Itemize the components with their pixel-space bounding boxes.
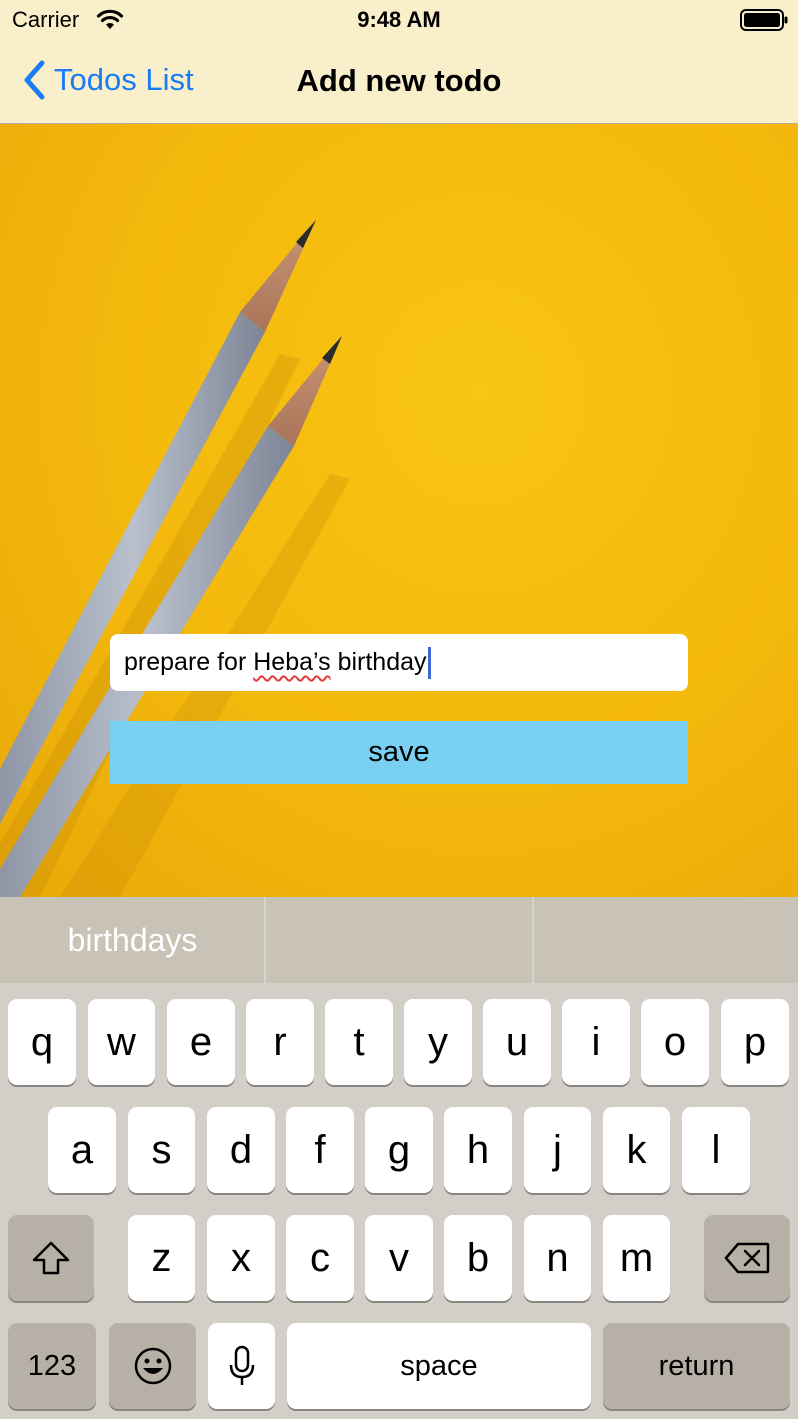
page-title: Add new todo [296,63,502,98]
status-bar: Carrier 9:48 AM [0,0,798,40]
save-button[interactable]: save [110,721,688,784]
return-key[interactable]: return [603,1323,790,1409]
key-o[interactable]: o [641,999,709,1085]
todo-text-part: birthday [330,648,427,676]
emoji-icon [134,1347,171,1385]
predictive-text-bar: birthdays [0,897,798,983]
key-v[interactable]: v [365,1215,433,1301]
dictation-key[interactable] [208,1323,275,1409]
key-x[interactable]: x [207,1215,275,1301]
key-p[interactable]: p [721,999,789,1085]
key-a[interactable]: a [48,1107,116,1193]
key-c[interactable]: c [286,1215,354,1301]
key-d[interactable]: d [207,1107,275,1193]
text-cursor [427,646,431,679]
key-t[interactable]: t [325,999,393,1085]
todo-text-value: prepare for Heba’s birthday [124,648,427,677]
key-i[interactable]: i [562,999,630,1085]
space-key[interactable]: space [287,1323,591,1409]
key-z[interactable]: z [128,1215,195,1301]
key-w[interactable]: w [88,999,155,1085]
key-m[interactable]: m [603,1215,670,1301]
key-h[interactable]: h [444,1107,512,1193]
todo-text-field[interactable]: prepare for Heba’s birthday [110,634,688,691]
microphone-icon [229,1345,254,1385]
backspace-icon [724,1242,770,1274]
prediction-3[interactable] [534,897,798,983]
key-s[interactable]: s [128,1107,195,1193]
battery-icon [740,9,788,31]
key-k[interactable]: k [603,1107,670,1193]
key-y[interactable]: y [404,999,472,1085]
prediction-1[interactable]: birthdays [0,897,265,983]
prediction-2[interactable] [266,897,532,983]
clock: 9:48 AM [357,7,441,32]
key-n[interactable]: n [524,1215,591,1301]
key-f[interactable]: f [286,1107,354,1193]
key-e[interactable]: e [167,999,235,1085]
emoji-key[interactable] [109,1323,196,1409]
delete-key[interactable] [704,1215,790,1301]
key-b[interactable]: b [444,1215,512,1301]
shift-key[interactable] [8,1215,94,1301]
navigation-bar: Todos List Add new todo [0,40,798,124]
key-q[interactable]: q [8,999,76,1085]
misspelled-word: Heba’s [253,648,331,676]
key-r[interactable]: r [246,999,314,1085]
key-j[interactable]: j [524,1107,591,1193]
todo-text-part: prepare for [124,648,254,676]
key-g[interactable]: g [365,1107,433,1193]
keyboard: q w e r t y u i o p a s d f g h j k l z … [0,983,798,1419]
key-u[interactable]: u [483,999,551,1085]
key-l[interactable]: l [682,1107,750,1193]
shift-icon [32,1241,70,1275]
numbers-key[interactable]: 123 [8,1323,96,1409]
